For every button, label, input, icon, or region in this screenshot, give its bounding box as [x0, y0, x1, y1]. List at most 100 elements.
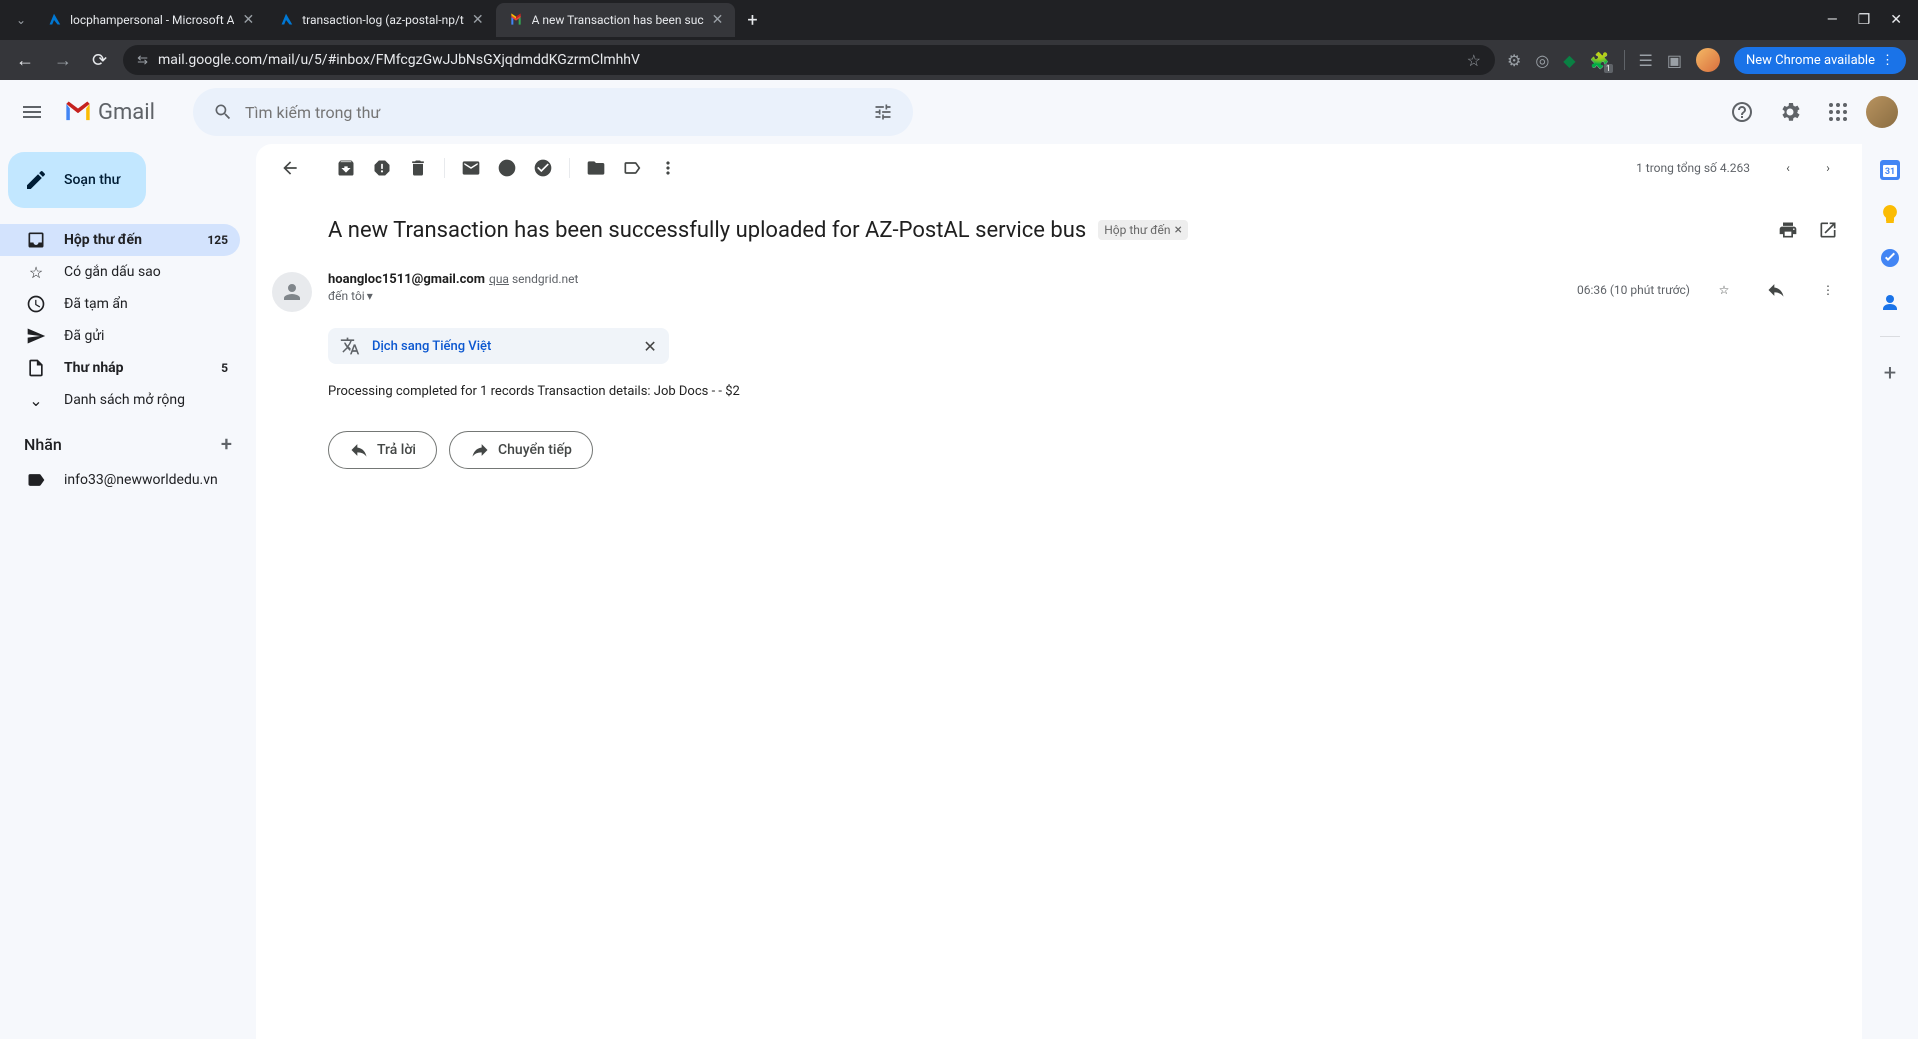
- support-button[interactable]: [1722, 92, 1762, 132]
- print-button[interactable]: [1770, 212, 1806, 248]
- label-text: info33@newworldedu.vn: [64, 472, 228, 488]
- gear-icon: [1778, 100, 1802, 124]
- close-icon[interactable]: ✕: [712, 12, 724, 28]
- gmail-header: Gmail: [0, 80, 1918, 144]
- sidebar-item-sent[interactable]: Đã gửi: [0, 320, 240, 352]
- reply-icon: [349, 440, 369, 460]
- pencil-icon: [24, 168, 48, 192]
- gmail-logo-text: Gmail: [98, 100, 155, 125]
- calendar-app-icon[interactable]: 31: [1880, 160, 1900, 180]
- browser-tab-1[interactable]: locphampersonal - Microsoft A ✕: [34, 3, 266, 37]
- snooze-button[interactable]: [489, 150, 525, 186]
- extension-icon[interactable]: ◆: [1563, 51, 1575, 70]
- search-input[interactable]: [245, 103, 861, 122]
- email-body: Processing completed for 1 records Trans…: [256, 376, 1862, 423]
- account-avatar[interactable]: [1866, 96, 1898, 128]
- side-panel-icon[interactable]: ▣: [1667, 51, 1682, 70]
- sender-avatar[interactable]: [272, 272, 312, 312]
- nav-label: Đã gửi: [64, 328, 228, 344]
- sidebar-item-inbox[interactable]: Hộp thư đến 125: [0, 224, 240, 256]
- gmail-body: Soạn thư Hộp thư đến 125 ☆ Có gắn dấu sa…: [0, 144, 1918, 1039]
- next-button[interactable]: ›: [1810, 150, 1846, 186]
- recipient-dropdown[interactable]: đến tôi ▾: [328, 289, 1577, 303]
- bookmark-icon[interactable]: ☆: [1467, 51, 1481, 70]
- profile-avatar[interactable]: [1696, 48, 1720, 72]
- search-icon[interactable]: [201, 94, 245, 130]
- prev-button[interactable]: ‹: [1770, 150, 1806, 186]
- site-info-icon[interactable]: ⇆: [137, 53, 148, 68]
- extensions-button[interactable]: 🧩1: [1590, 51, 1610, 70]
- forward-button[interactable]: Chuyển tiếp: [449, 431, 593, 469]
- browser-tab-2[interactable]: transaction-log (az-postal-np/t ✕: [266, 3, 495, 37]
- star-icon: ☆: [26, 263, 46, 282]
- reply-icon-button[interactable]: [1758, 272, 1794, 308]
- sidebar-item-more[interactable]: ⌄ Danh sách mở rộng: [0, 384, 240, 416]
- extension-icons: ⚙ ◎ ◆ 🧩1 ☰ ▣ New Chrome available ⋮: [1507, 47, 1906, 74]
- nav-count: 5: [221, 361, 228, 375]
- tasks-app-icon[interactable]: [1880, 248, 1900, 268]
- more-button[interactable]: [650, 150, 686, 186]
- close-icon[interactable]: ✕: [472, 12, 484, 28]
- add-label-button[interactable]: +: [221, 432, 232, 456]
- extension-icon[interactable]: ⚙: [1507, 51, 1521, 70]
- reply-button[interactable]: Trả lời: [328, 431, 437, 469]
- archive-button[interactable]: [328, 150, 364, 186]
- remove-label-icon[interactable]: ×: [1174, 222, 1181, 238]
- gmail-logo-icon: [64, 101, 92, 123]
- move-to-button[interactable]: [578, 150, 614, 186]
- browser-tab-3[interactable]: A new Transaction has been suc ✕: [496, 3, 736, 37]
- chrome-update-button[interactable]: New Chrome available ⋮: [1734, 47, 1906, 74]
- labels-title: Nhãn: [24, 435, 62, 454]
- sidebar-item-starred[interactable]: ☆ Có gắn dấu sao: [0, 256, 240, 288]
- close-window-button[interactable]: ✕: [1890, 12, 1902, 28]
- forward-button[interactable]: →: [50, 46, 76, 75]
- star-button[interactable]: ☆: [1706, 272, 1742, 308]
- spam-button[interactable]: [364, 150, 400, 186]
- category-chip[interactable]: Hộp thư đến ×: [1098, 220, 1188, 240]
- translate-bar: Dịch sang Tiếng Việt ✕: [328, 328, 669, 364]
- close-translate-button[interactable]: ✕: [503, 337, 656, 356]
- divider: [1880, 336, 1900, 337]
- back-to-inbox-button[interactable]: [272, 150, 308, 186]
- labels-button[interactable]: [614, 150, 650, 186]
- search-box[interactable]: [193, 88, 913, 136]
- gmail-logo[interactable]: Gmail: [64, 100, 185, 125]
- sidebar-item-snoozed[interactable]: Đã tạm ẩn: [0, 288, 240, 320]
- svg-text:31: 31: [1885, 167, 1895, 177]
- maximize-button[interactable]: ❐: [1858, 12, 1871, 28]
- hamburger-icon: [20, 100, 44, 124]
- sidebar-label-item[interactable]: info33@newworldedu.vn: [0, 464, 240, 496]
- delete-button[interactable]: [400, 150, 436, 186]
- add-task-button[interactable]: [525, 150, 561, 186]
- new-tab-button[interactable]: +: [735, 10, 769, 31]
- back-button[interactable]: ←: [12, 46, 38, 75]
- extension-icon[interactable]: ◎: [1535, 51, 1549, 70]
- compose-button[interactable]: Soạn thư: [8, 152, 146, 208]
- nav-label: Có gắn dấu sao: [64, 264, 228, 280]
- add-addon-button[interactable]: +: [1884, 361, 1896, 386]
- contacts-app-icon[interactable]: [1880, 292, 1900, 312]
- sidebar-item-drafts[interactable]: Thư nháp 5: [0, 352, 240, 384]
- send-icon: [26, 326, 46, 346]
- draft-icon: [26, 358, 46, 378]
- settings-button[interactable]: [1770, 92, 1810, 132]
- apps-button[interactable]: [1818, 92, 1858, 132]
- more-actions-button[interactable]: ⋮: [1810, 272, 1846, 308]
- divider: [444, 158, 445, 178]
- reload-button[interactable]: ⟳: [88, 46, 111, 75]
- label-icon: [26, 470, 46, 490]
- reading-list-icon[interactable]: ☰: [1639, 51, 1653, 70]
- close-icon[interactable]: ✕: [242, 12, 254, 28]
- minimize-button[interactable]: —: [1827, 12, 1838, 28]
- mark-unread-button[interactable]: [453, 150, 489, 186]
- open-new-window-button[interactable]: [1810, 212, 1846, 248]
- address-bar[interactable]: ⇆ mail.google.com/mail/u/5/#inbox/FMfcgz…: [123, 45, 1495, 75]
- translate-link[interactable]: Dịch sang Tiếng Việt: [372, 339, 491, 354]
- tab-search-button[interactable]: ⌄: [8, 13, 34, 27]
- browser-toolbar: ← → ⟳ ⇆ mail.google.com/mail/u/5/#inbox/…: [0, 40, 1918, 80]
- help-icon: [1730, 100, 1754, 124]
- main-menu-button[interactable]: [8, 88, 56, 136]
- search-options-icon[interactable]: [861, 94, 905, 130]
- keep-app-icon[interactable]: [1880, 204, 1900, 224]
- url-text: mail.google.com/mail/u/5/#inbox/FMfcgzGw…: [158, 52, 1467, 68]
